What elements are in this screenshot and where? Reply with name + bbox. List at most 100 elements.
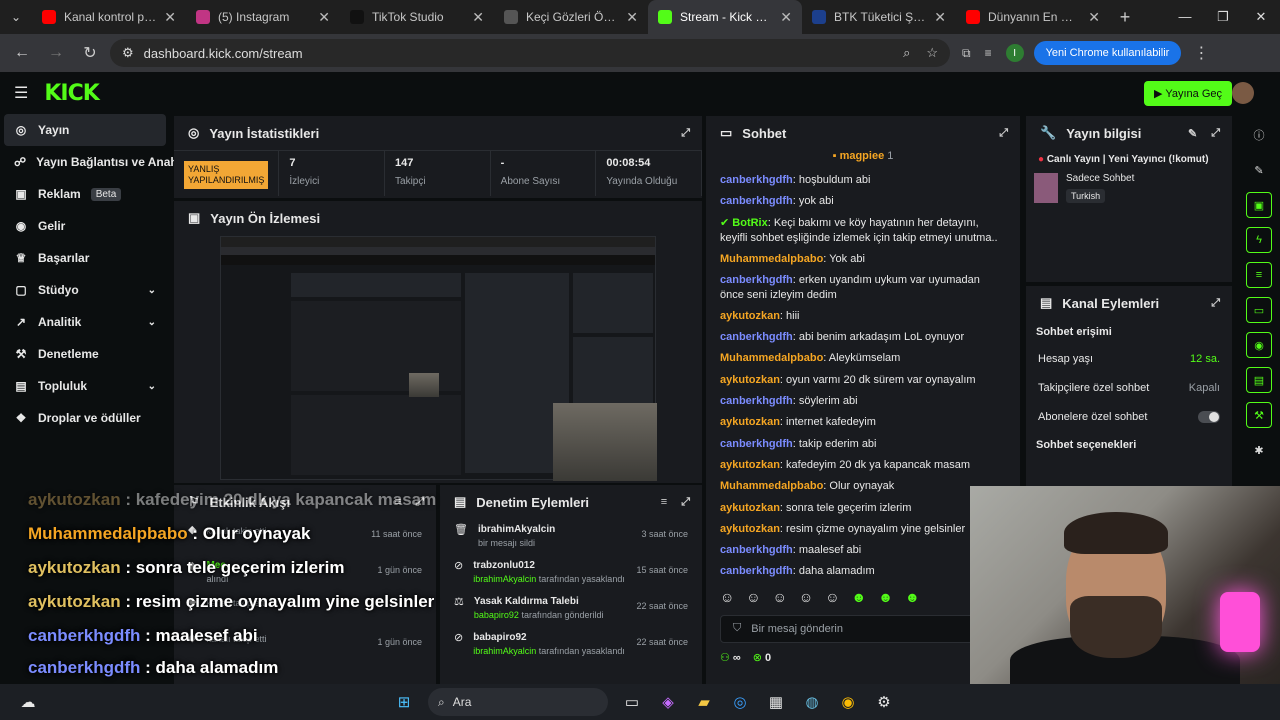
moderation-item[interactable]: ⊘ trabzonlu012 ibrahimAkyalcin tarafından … [454,559,688,595]
sidebar-item[interactable]: ◉ Gelir [0,210,170,242]
browser-tab[interactable]: BTK Tüketici Şikayet ✕ [802,0,956,34]
chat-message[interactable]: canberkhgdfh: yok abi [720,191,1006,212]
close-tab-icon[interactable]: ✕ [780,9,792,26]
chat-message[interactable]: canberkhgdfh: söylerim abi [720,391,1006,412]
chat-message[interactable]: aykutozkan: internet kafedeyim [720,412,1006,433]
new-tab-button[interactable]: + [1110,7,1140,28]
site-info-icon[interactable]: ⚙ [122,45,134,61]
expand-icon[interactable]: ⤢ [681,127,690,140]
close-tab-icon[interactable]: ✕ [626,9,638,26]
minimize-button[interactable]: — [1166,9,1204,25]
sidebar-item[interactable]: ⚒ Denetleme [0,338,170,370]
chat-icon[interactable]: ▭ [1246,297,1272,323]
chat-message[interactable]: Muhammedalpbabo: Olur oynayak [720,476,1006,497]
edit-icon[interactable]: ✎ [1246,157,1272,183]
close-tab-icon[interactable]: ✕ [318,9,330,26]
kick-logo[interactable]: KICK [44,81,99,106]
list-icon[interactable]: ≡ [1246,262,1272,288]
pinned-gift-bar[interactable]: ▪ magpiee 1 [706,150,1020,168]
browser-tab[interactable]: TikTok Studio ✕ [340,0,494,34]
maximize-button[interactable]: ❐ [1204,9,1242,25]
subscribers-only-row[interactable]: Abonelere özel sohbet [1026,402,1232,431]
chat-points[interactable]: ⊗ 0 [753,651,771,664]
expand-icon[interactable]: ⤢ [1211,297,1220,310]
store-icon[interactable]: ▦ [758,687,794,717]
hamburger-menu-icon[interactable]: ☰ [14,83,28,103]
close-tab-icon[interactable]: ✕ [934,9,946,26]
chat-input[interactable]: ⛉ Bir mesaj gönderin [720,614,1006,643]
sidebar-item[interactable]: ♕ Başarılar [0,242,170,274]
chat-message[interactable]: ✔ BotRix: Keçi bakımı ve köy hayatının h… [720,213,1006,249]
browser-tab[interactable]: Kanal kontrol paneli ✕ [32,0,186,34]
clipboard-icon[interactable]: ▤ [1246,367,1272,393]
account-age-row[interactable]: Hesap yaşı 12 sa. [1026,344,1232,373]
chevron-down-icon[interactable]: ⌄ [148,381,156,392]
chrome-icon[interactable]: ◉ [830,687,866,717]
expand-icon[interactable]: ⤢ [999,127,1008,140]
app-icon[interactable]: ◍ [794,687,830,717]
task-view-icon[interactable]: ▭ [614,687,650,717]
moderation-item[interactable]: 🗑 ibrahimAkyalcin bir mesajı sildi 3 saat … [454,523,688,559]
reload-icon[interactable]: ↻ [76,43,104,63]
file-explorer-icon[interactable]: ▰ [686,687,722,717]
browser-tab[interactable]: Dünyanın En Gizli Ya ✕ [956,0,1110,34]
chat-message[interactable]: canberkhgdfh: maalesef abi [720,540,1006,561]
chat-message[interactable]: aykutozkan: sonra tele geçerim izlerim [720,498,1006,519]
go-live-button[interactable]: ▶ Yayına Geç [1144,81,1232,106]
browser-tab[interactable]: Stream - Kick Dashb ✕ [648,0,802,34]
chat-message[interactable]: canberkhgdfh: hoşbuldum abi [720,170,1006,191]
chat-message[interactable]: canberkhgdfh: abi benim arkadaşım LoL oy… [720,327,1006,348]
chrome-menu-icon[interactable]: ⋮ [1187,43,1215,63]
sidebar-item[interactable]: ▣ Reklam Beta [0,178,170,210]
forward-icon[interactable]: → [42,44,70,62]
moderation-item[interactable]: ⚖ Yasak Kaldırma Talebi babapiro92 tarafın… [454,595,688,631]
tab-search-icon[interactable]: ⌄ [0,10,32,24]
chat-message[interactable]: Muhammedalpbabo: Aleykümselam [720,348,1006,369]
chat-message[interactable]: aykutozkan: hiii [720,306,1006,327]
browser-tab[interactable]: Keçi Gözleri Özellikle ✕ [494,0,648,34]
edge-icon[interactable]: ◎ [722,687,758,717]
url-bar[interactable]: ⚙ dashboard.kick.com/stream ⌕ ☆ [110,39,950,67]
media-icon[interactable]: ≡ [985,46,992,60]
info-icon[interactable]: ⓘ [1246,122,1272,148]
browser-tab[interactable]: (5) Instagram ✕ [186,0,340,34]
chevron-down-icon[interactable]: ⌄ [148,285,156,296]
bolt-icon[interactable]: ϟ [1246,227,1272,253]
chat-message[interactable]: aykutozkan: oyun varmı 20 dk sürem var o… [720,370,1006,391]
followers-only-row[interactable]: Takipçilere özel sohbet Kapalı [1026,373,1232,402]
extensions-icon[interactable]: ⧉ [962,46,971,61]
settings-icon[interactable]: ✱ [1246,437,1272,463]
chat-message[interactable]: canberkhgdfh: daha alamadım [720,561,1006,582]
close-tab-icon[interactable]: ✕ [472,9,484,26]
filter-icon[interactable]: ≡ [661,496,667,509]
chat-message[interactable]: aykutozkan: kafedeyim 20 dk ya kapancak … [720,455,1006,476]
user-avatar[interactable] [1232,82,1254,104]
profile-avatar[interactable]: I [1005,44,1024,62]
windows-start-icon[interactable]: ⊞ [386,687,422,717]
weather-icon[interactable]: ☁ [10,687,46,717]
chat-message[interactable]: canberkhgdfh: takip ederim abi [720,434,1006,455]
zoom-icon[interactable]: ⌕ [903,45,910,61]
back-icon[interactable]: ← [8,44,36,62]
chat-message[interactable]: Muhammedalpbabo: Yok abi [720,249,1006,270]
chat-viewers[interactable]: ⚇ ∞ [720,651,741,664]
expand-icon[interactable]: ⤢ [681,496,690,509]
sidebar-item[interactable]: ▢ Stüdyo ⌄ [0,274,170,306]
taskbar-search[interactable]: ⌕ Ara [428,688,608,716]
sidebar-item[interactable]: ☍ Yayın Bağlantısı ve Anahtar [0,146,193,178]
moderation-item[interactable]: ⊘ babapiro92 ibrahimAkyalcin tarafından ya… [454,631,688,667]
chat-message[interactable]: canberkhgdfh: erken uyandım uykum var uy… [720,270,1006,306]
chevron-down-icon[interactable]: ⌄ [148,317,156,328]
sidebar-item[interactable]: ◎ Yayın [4,114,166,146]
sidebar-item[interactable]: ❖ Droplar ve ödüller [0,402,170,434]
stats-icon[interactable]: ▣ [1246,192,1272,218]
obs-icon[interactable]: ⚙ [866,687,902,717]
close-tab-icon[interactable]: ✕ [1088,9,1100,26]
close-window-button[interactable]: ✕ [1242,9,1280,25]
close-tab-icon[interactable]: ✕ [164,9,176,26]
chrome-update-button[interactable]: Yeni Chrome kullanılabilir [1033,41,1182,65]
chat-message[interactable]: aykutozkan: resim çizme oynayalım yine g… [720,519,1006,540]
subscribers-only-toggle[interactable] [1198,410,1220,423]
sidebar-item[interactable]: ▤ Topluluk ⌄ [0,370,170,402]
bookmark-star-icon[interactable]: ☆ [926,45,938,61]
